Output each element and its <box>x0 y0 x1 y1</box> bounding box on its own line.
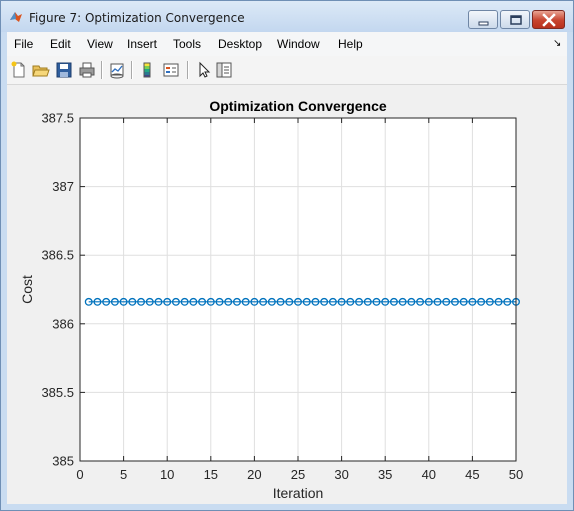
toolbar-separator <box>131 61 133 79</box>
window-title: Figure 7: Optimization Convergence <box>29 11 245 25</box>
insert-legend-icon[interactable] <box>162 61 180 79</box>
x-tick-label: 15 <box>204 467 218 482</box>
maximize-button[interactable] <box>500 10 530 29</box>
open-file-icon[interactable] <box>32 61 50 79</box>
menu-file[interactable]: File <box>14 37 33 51</box>
y-tick-label: 386 <box>52 316 74 331</box>
x-axis-label: Iteration <box>273 485 324 501</box>
figure-window: Figure 7: Optimization Convergence File … <box>0 0 574 511</box>
property-inspector-icon[interactable] <box>215 61 233 79</box>
insert-colorbar-icon[interactable] <box>138 61 156 79</box>
y-tick-label: 387 <box>52 179 74 194</box>
x-tick-label: 45 <box>465 467 479 482</box>
save-icon[interactable] <box>55 61 73 79</box>
menu-desktop[interactable]: Desktop <box>218 37 262 51</box>
x-tick-label: 0 <box>76 467 83 482</box>
y-tick-label: 386.5 <box>41 248 74 263</box>
menu-help[interactable]: Help <box>338 37 363 51</box>
minimize-button[interactable] <box>468 10 498 29</box>
toolbar-separator <box>187 61 189 79</box>
matlab-logo-icon <box>10 12 22 22</box>
figure-toolbar <box>7 56 567 85</box>
y-tick-label: 387.5 <box>41 111 74 126</box>
edit-plot-pointer-icon[interactable] <box>195 61 213 79</box>
maximize-icon <box>510 15 522 25</box>
title-bar[interactable]: Figure 7: Optimization Convergence <box>1 1 573 32</box>
minimize-icon <box>478 21 489 26</box>
x-tick-label: 10 <box>160 467 174 482</box>
x-tick-label: 20 <box>247 467 261 482</box>
menu-insert[interactable]: Insert <box>127 37 157 51</box>
menu-window[interactable]: Window <box>277 37 320 51</box>
menu-view[interactable]: View <box>87 37 113 51</box>
figure-canvas: 0 5 10 15 20 25 30 35 40 45 50 385 385.5 386 386.5 387 3… <box>7 85 567 504</box>
chart-title: Optimization Convergence <box>209 98 387 114</box>
print-icon[interactable] <box>78 61 96 79</box>
y-tick-label: 385.5 <box>41 385 74 400</box>
close-button[interactable] <box>532 10 565 29</box>
x-tick-label: 35 <box>378 467 392 482</box>
x-tick-label: 30 <box>334 467 348 482</box>
new-figure-icon[interactable] <box>10 61 28 79</box>
close-icon <box>542 13 556 27</box>
x-tick-label: 40 <box>422 467 436 482</box>
toolbar-separator <box>101 61 103 79</box>
y-tick-label: 385 <box>52 454 74 469</box>
menu-dock-arrow-icon[interactable]: ↘ <box>553 38 561 49</box>
axes-plot[interactable]: 0 5 10 15 20 25 30 35 40 45 50 385 385.5 386 386.5 387 3… <box>7 85 567 504</box>
x-tick-label: 25 <box>291 467 305 482</box>
menu-bar: File Edit View Insert Tools Desktop Wind… <box>7 32 567 56</box>
window-client: File Edit View Insert Tools Desktop Wind… <box>7 32 567 504</box>
menu-tools[interactable]: Tools <box>173 37 201 51</box>
x-tick-label: 5 <box>120 467 127 482</box>
x-tick-label: 50 <box>509 467 523 482</box>
menu-edit[interactable]: Edit <box>50 37 71 51</box>
link-plot-icon[interactable] <box>108 61 126 79</box>
y-axis-label: Cost <box>19 275 35 304</box>
